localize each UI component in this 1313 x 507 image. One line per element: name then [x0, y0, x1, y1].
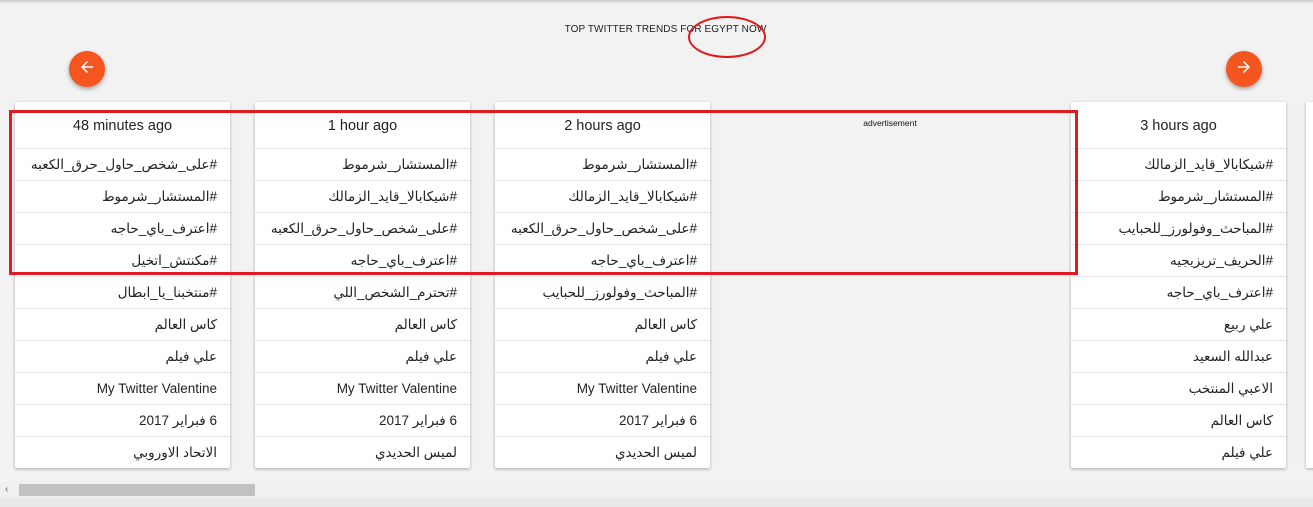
- trend-item[interactable]: كاس العالم: [495, 309, 710, 341]
- scrollbar-thumb[interactable]: [19, 484, 255, 496]
- page-title: TOP TWITTER TRENDS FOR EGYPT NOW: [564, 24, 767, 35]
- trend-item[interactable]: عبدالله السعيد: [1071, 341, 1286, 373]
- trend-item[interactable]: الاعبي المنتخب: [1071, 373, 1286, 405]
- trend-item[interactable]: #تحترم_الشخص_اللي: [255, 277, 470, 309]
- trend-item[interactable]: #اعترف_باي_حاجه: [1071, 277, 1286, 309]
- trend-item[interactable]: كاس العالم: [1071, 405, 1286, 437]
- trend-item[interactable]: 6 فبراير 2017: [255, 405, 470, 437]
- bottom-strip: [0, 497, 1313, 507]
- annotation-ellipse: [688, 16, 766, 58]
- trend-item[interactable]: #المستشار_شرموط: [1071, 181, 1286, 213]
- trend-item[interactable]: #المباحث_وفولورز_للحبايب: [1071, 213, 1286, 245]
- annotation-rectangle: [9, 110, 1078, 275]
- card-time: 3 hours ago: [1071, 102, 1286, 149]
- trend-item[interactable]: #المباحث_وفولورز_للحبايب: [495, 277, 710, 309]
- horizontal-scrollbar[interactable]: ‹: [0, 482, 1313, 497]
- trend-item[interactable]: كاس العالم: [255, 309, 470, 341]
- trend-item[interactable]: الاتحاد الاوروبي: [15, 437, 230, 468]
- trend-item[interactable]: علي فيلم: [15, 341, 230, 373]
- trend-item[interactable]: 6 فبراير 2017: [15, 405, 230, 437]
- trend-item[interactable]: علي فيلم: [255, 341, 470, 373]
- trend-card-3-hours: 3 hours ago #شيكابالا_قايد_الزمالك #المس…: [1071, 102, 1286, 468]
- trend-item[interactable]: لميس الحديدي: [255, 437, 470, 468]
- trend-item[interactable]: #شيكابالا_قايد_الزمالك: [1071, 149, 1286, 181]
- trend-item[interactable]: كاس العالم: [15, 309, 230, 341]
- next-button[interactable]: [1226, 51, 1262, 87]
- trend-item[interactable]: 6 فبراير 2017: [495, 405, 710, 437]
- prev-button[interactable]: [69, 51, 105, 87]
- arrow-right-icon: [1235, 58, 1253, 81]
- next-card-edge: [1306, 102, 1313, 468]
- trend-item[interactable]: علي فيلم: [495, 341, 710, 373]
- trend-item[interactable]: علي فيلم: [1071, 437, 1286, 468]
- trend-item[interactable]: #الحريف_تريزيجيه: [1071, 245, 1286, 277]
- trend-item[interactable]: My Twitter Valentine: [255, 373, 470, 405]
- trend-item[interactable]: لميس الحديدي: [495, 437, 710, 468]
- trend-item[interactable]: My Twitter Valentine: [495, 373, 710, 405]
- top-shadow: [0, 0, 1313, 4]
- trend-item[interactable]: #منتخبنا_يا_ابطال: [15, 277, 230, 309]
- arrow-left-icon: [78, 58, 96, 81]
- trend-item[interactable]: علي ربيع: [1071, 309, 1286, 341]
- scroll-left-icon[interactable]: ‹: [5, 484, 8, 495]
- trend-item[interactable]: My Twitter Valentine: [15, 373, 230, 405]
